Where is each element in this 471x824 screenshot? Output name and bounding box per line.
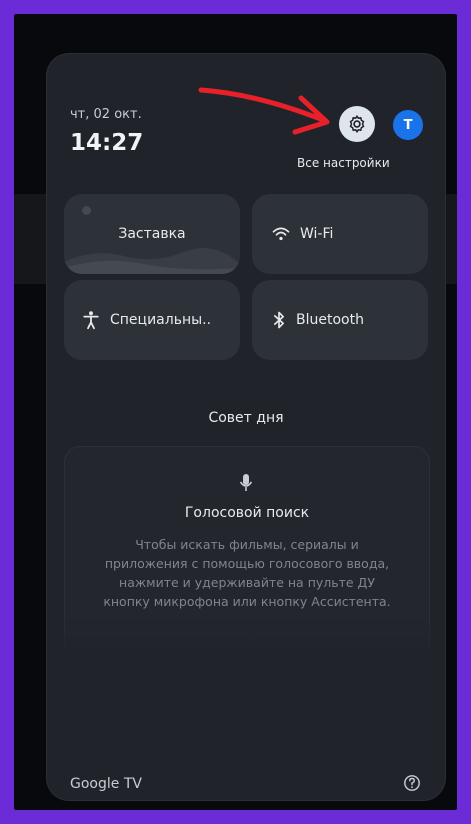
date-label: чт, 02 окт. xyxy=(70,107,142,122)
tv-screen: чт, 02 окт. 14:27 Т Все настройки Застав… xyxy=(14,14,457,810)
status-dot xyxy=(82,206,91,215)
tip-body: Чтобы искать фильмы, сериалы и приложени… xyxy=(103,537,391,609)
quick-settings-panel: чт, 02 окт. 14:27 Т Все настройки Застав… xyxy=(47,54,445,800)
red-arrow-icon xyxy=(198,87,330,135)
all-settings-label: Все настройки xyxy=(297,156,390,170)
account-avatar[interactable]: Т xyxy=(393,110,423,140)
tile-screensaver[interactable]: Заставка xyxy=(64,194,240,274)
settings-button[interactable] xyxy=(339,106,375,142)
accessibility-icon xyxy=(82,310,100,330)
google-tv-logo: Google TV xyxy=(70,776,142,792)
bluetooth-icon xyxy=(272,310,286,330)
tile-bluetooth-label: Bluetooth xyxy=(296,312,364,328)
help-icon[interactable] xyxy=(403,774,421,792)
tile-accessibility-label: Специальны.. xyxy=(110,312,212,328)
tile-wifi-label: Wi-Fi xyxy=(300,226,334,242)
tip-fade xyxy=(64,614,430,658)
gear-icon xyxy=(349,115,365,133)
wifi-icon xyxy=(272,226,290,242)
mic-icon xyxy=(239,474,253,491)
wave-decoration xyxy=(64,248,240,274)
tile-wifi[interactable]: Wi-Fi xyxy=(252,194,428,274)
tile-accessibility[interactable]: Специальны.. xyxy=(64,280,240,360)
tip-section-title: Совет дня xyxy=(208,410,284,426)
tile-bluetooth[interactable]: Bluetooth xyxy=(252,280,428,360)
tip-heading: Голосовой поиск xyxy=(184,505,310,521)
clock-time: 14:27 xyxy=(70,130,144,156)
